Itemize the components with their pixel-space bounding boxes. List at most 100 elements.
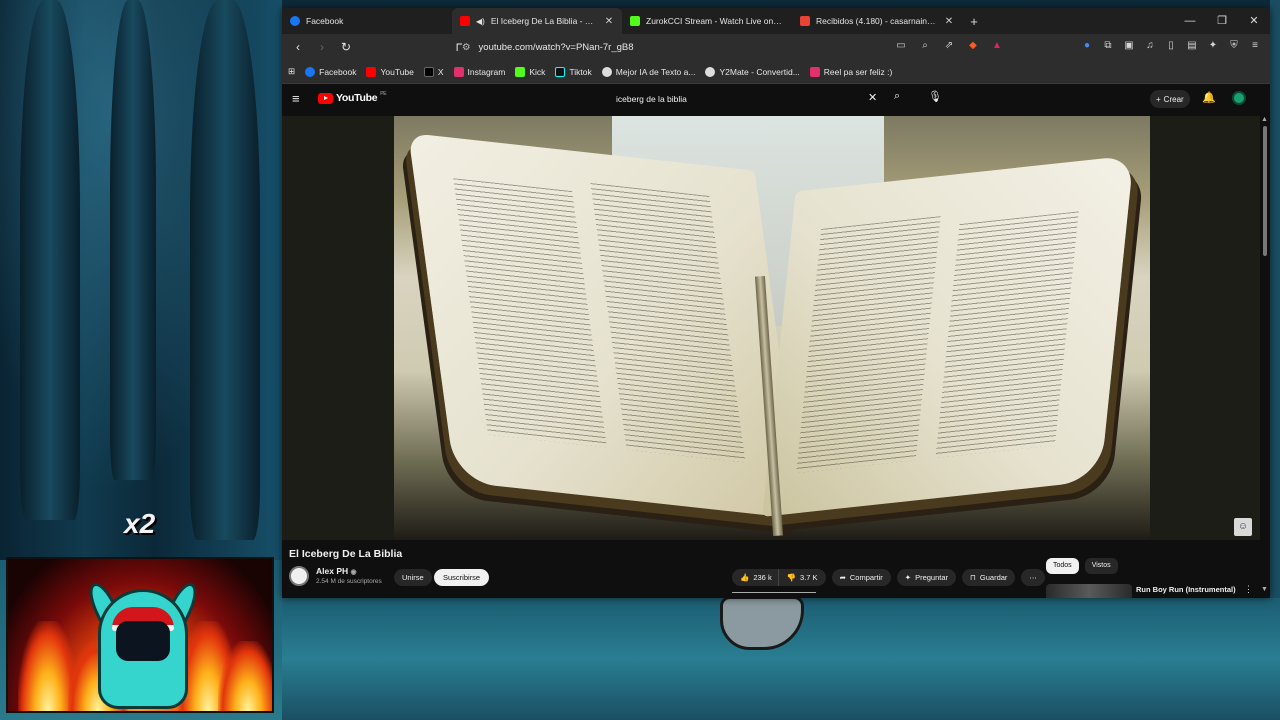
tree bbox=[110, 0, 156, 480]
menu-icon[interactable]: ≡ bbox=[1248, 38, 1262, 54]
share-icon[interactable]: ⇗ bbox=[942, 38, 956, 54]
tab-bar: Facebook ◀) El Iceberg De La Biblia - Yo… bbox=[282, 8, 1270, 34]
bookmark-kick[interactable]: Kick bbox=[515, 66, 545, 77]
kick-icon bbox=[630, 16, 640, 26]
site-info-icon[interactable]: ⚙ bbox=[462, 42, 471, 53]
filter-chips: Todos Vistos bbox=[1046, 558, 1118, 574]
streamer-avatar-overlay bbox=[6, 557, 274, 713]
back-icon[interactable]: ‹ bbox=[288, 37, 308, 57]
facebook-icon bbox=[305, 66, 316, 77]
extensions-icon[interactable]: ⧉ bbox=[1101, 38, 1115, 54]
screenshot-icon[interactable]: ▣ bbox=[1122, 38, 1136, 54]
more-actions-button[interactable]: ⋯ bbox=[1021, 569, 1045, 586]
bookmark-facebook[interactable]: Facebook bbox=[305, 66, 356, 77]
bookmark-tiktok[interactable]: Tiktok bbox=[555, 66, 592, 77]
share-button[interactable]: ➦ Compartir bbox=[831, 569, 891, 586]
recommended-title[interactable]: Run Boy Run (Instrumental) bbox=[1136, 585, 1236, 594]
bookmark-x[interactable]: X bbox=[423, 66, 444, 77]
youtube-logo[interactable]: YouTube PE bbox=[318, 91, 387, 104]
nav-bar: ‹ › ↻ ⊓ ⚙ youtube.com/watch?v=PNan-7r_gB… bbox=[282, 34, 1270, 60]
ask-button[interactable]: ✦ Preguntar bbox=[896, 569, 957, 586]
mic-icon[interactable]: 🎙 bbox=[928, 90, 942, 103]
chip-watched[interactable]: Vistos bbox=[1084, 558, 1118, 574]
instagram-icon bbox=[809, 66, 820, 77]
vpn-shield-icon[interactable]: ⛨ bbox=[1227, 38, 1241, 54]
bookmark-youtube[interactable]: YouTube bbox=[366, 66, 414, 77]
channel-name[interactable]: Alex PH ◉ bbox=[316, 566, 357, 576]
stream-background bbox=[0, 0, 282, 560]
sparkle-icon: ✦ bbox=[904, 573, 912, 582]
music-icon[interactable]: ♫ bbox=[1143, 38, 1157, 54]
bible-right-page bbox=[762, 155, 1134, 517]
wallet-icon[interactable]: ▤ bbox=[1185, 38, 1199, 54]
zoom-icon[interactable]: ⌕ bbox=[918, 38, 932, 54]
tab-gmail[interactable]: Recibidos (4.180) - casarnainciocarlos ✕ bbox=[792, 8, 962, 34]
multiplier-text: x2 bbox=[124, 508, 156, 539]
more-vert-icon[interactable]: ⋮ bbox=[1244, 584, 1253, 595]
youtube-icon bbox=[460, 16, 470, 26]
like-button[interactable]: 👍 236 k bbox=[732, 569, 778, 586]
tab-facebook[interactable]: Facebook bbox=[282, 8, 452, 34]
close-tab-icon[interactable]: ✕ bbox=[944, 16, 954, 27]
plus-icon: + bbox=[1156, 94, 1161, 104]
search-input[interactable]: iceberg de la biblia bbox=[608, 88, 884, 110]
url-text: youtube.com/watch?v=PNan-7r_gB8 bbox=[478, 41, 634, 53]
extension-icons: ● ⧉ ▣ ♫ ▯ ▤ ✦ ⛨ ≡ bbox=[1080, 38, 1262, 54]
text-column bbox=[453, 178, 607, 448]
bookmarks-bar: ⊞ Facebook YouTube X Instagram Kick Tikt… bbox=[282, 60, 1270, 84]
notifications-bell-icon[interactable]: 🔔 bbox=[1202, 91, 1216, 104]
close-window-icon[interactable]: ✕ bbox=[1238, 8, 1270, 34]
user-avatar[interactable] bbox=[1232, 91, 1246, 105]
scroll-down-icon[interactable]: ▼ bbox=[1261, 586, 1268, 593]
youtube-play-icon bbox=[318, 92, 333, 104]
bookmark-instagram[interactable]: Instagram bbox=[453, 66, 505, 77]
hamburger-menu-icon[interactable]: ≡ bbox=[292, 91, 300, 106]
channel-avatar[interactable] bbox=[289, 566, 309, 586]
audio-icon[interactable]: ◀) bbox=[476, 17, 485, 26]
browser-window: Facebook ◀) El Iceberg De La Biblia - Yo… bbox=[282, 8, 1270, 598]
chip-all[interactable]: Todos bbox=[1046, 558, 1079, 574]
openai-icon bbox=[601, 66, 612, 77]
address-bar-actions: ▭ ⌕ ⇗ ◆ ▲ bbox=[894, 38, 1004, 54]
instagram-icon bbox=[453, 66, 464, 77]
tab-kick[interactable]: ZurokCCI Stream - Watch Live on Kic bbox=[622, 8, 792, 34]
page-scrollbar[interactable]: ▲ ▼ bbox=[1260, 116, 1270, 598]
leo-ai-icon[interactable]: ✦ bbox=[1206, 38, 1220, 54]
sidebar-icon[interactable]: ▯ bbox=[1164, 38, 1178, 54]
video-player[interactable]: ☺ bbox=[282, 116, 1270, 540]
bookmark-y2mate[interactable]: Y2Mate - Convertid... bbox=[705, 66, 800, 77]
y2mate-icon bbox=[705, 66, 716, 77]
avatar-face bbox=[116, 621, 170, 661]
forward-icon[interactable]: › bbox=[312, 37, 332, 57]
player-overlay-icon[interactable]: ☺ bbox=[1234, 518, 1252, 536]
restore-icon[interactable]: ❐ bbox=[1206, 8, 1238, 34]
brave-rewards-icon[interactable]: ▲ bbox=[990, 38, 1004, 54]
search-icon[interactable]: ⌕ bbox=[894, 90, 900, 103]
brave-shield-icon[interactable]: ◆ bbox=[966, 38, 980, 54]
text-column bbox=[796, 216, 941, 473]
tab-youtube[interactable]: ◀) El Iceberg De La Biblia - YouT ✕ bbox=[452, 8, 622, 34]
scroll-up-icon[interactable]: ▲ bbox=[1261, 116, 1268, 123]
subscriber-count: 2.54 M de suscriptores bbox=[316, 578, 382, 585]
verified-icon: ◉ bbox=[350, 569, 357, 576]
cast-icon[interactable]: ▭ bbox=[894, 38, 908, 54]
join-button[interactable]: Unirse bbox=[394, 569, 432, 586]
new-tab-button[interactable]: + bbox=[966, 14, 982, 29]
like-ratio-bar bbox=[732, 592, 816, 593]
dislike-button[interactable]: 👎 3.7 K bbox=[777, 569, 826, 586]
save-button[interactable]: ⊓ Guardar bbox=[962, 569, 1016, 586]
close-tab-icon[interactable]: ✕ bbox=[604, 16, 614, 27]
bookmark-ia[interactable]: Mejor IA de Texto a... bbox=[601, 66, 695, 77]
recommended-thumbnail[interactable] bbox=[1046, 584, 1132, 598]
scroll-thumb[interactable] bbox=[1263, 126, 1267, 256]
apps-icon[interactable]: ⊞ bbox=[288, 66, 295, 77]
reload-icon[interactable]: ↻ bbox=[336, 37, 356, 57]
create-button[interactable]: + Crear bbox=[1150, 90, 1190, 108]
thumbs-up-icon: 👍 bbox=[740, 573, 750, 582]
clear-search-icon[interactable]: ✕ bbox=[868, 91, 877, 104]
vpn-icon[interactable]: ● bbox=[1080, 38, 1094, 54]
subscribe-button[interactable]: Suscribirse bbox=[434, 569, 490, 586]
minimize-icon[interactable]: — bbox=[1174, 8, 1206, 34]
video-info: El Iceberg De La Biblia Alex PH ◉ 2.54 M… bbox=[282, 540, 1270, 598]
bookmark-reel[interactable]: Reel pa ser feliz :) bbox=[809, 66, 892, 77]
